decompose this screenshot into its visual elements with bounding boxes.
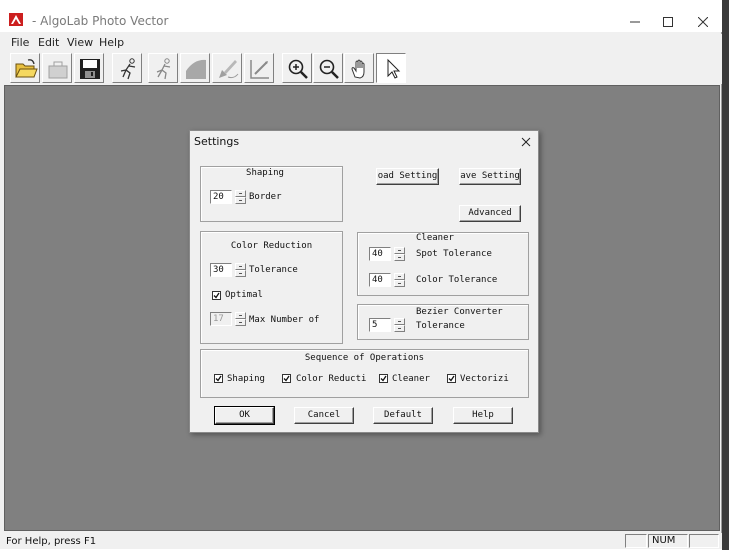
runner-alt-button[interactable] <box>148 53 178 83</box>
seq-shaping-checkbox[interactable] <box>214 374 223 383</box>
check-icon <box>283 375 290 382</box>
close-button[interactable] <box>680 8 726 36</box>
help-button[interactable]: Help <box>453 407 513 424</box>
color-tolerance-spinner[interactable] <box>235 263 246 277</box>
bezier-tolerance-spinner[interactable] <box>394 318 405 332</box>
open-disabled-icon <box>48 61 68 79</box>
status-num-indicator: NUM <box>648 534 688 548</box>
sequence-label: Sequence of Operations <box>304 353 425 363</box>
open-button[interactable] <box>10 53 40 83</box>
border-label: Border <box>249 192 282 202</box>
toolbar <box>0 52 722 84</box>
maximize-icon <box>663 17 673 27</box>
open-folder-icon <box>15 59 38 78</box>
spot-tolerance-input[interactable]: 40 <box>369 247 391 261</box>
zoom-in-button[interactable] <box>282 53 312 83</box>
ok-button[interactable]: OK <box>214 406 275 425</box>
border-input[interactable]: 20 <box>210 190 232 204</box>
dialog-title: Settings <box>194 135 240 148</box>
runner-button[interactable] <box>112 53 142 83</box>
bezier-label: Bezier Converter <box>416 307 503 317</box>
max-colors-spinner[interactable] <box>235 312 246 326</box>
close-icon <box>521 137 531 147</box>
zoom-in-icon <box>288 59 308 79</box>
app-icon <box>9 13 23 26</box>
pointer-button[interactable] <box>376 53 406 83</box>
hand-icon <box>351 59 365 79</box>
cleaner-color-tolerance-label: Color Tolerance <box>416 275 498 285</box>
check-icon <box>213 292 220 299</box>
status-pane-empty <box>625 534 647 548</box>
cancel-button[interactable]: Cancel <box>294 407 354 424</box>
default-button[interactable]: Default <box>373 407 433 424</box>
app-window: - AlgoLab Photo Vector File Edit View He… <box>0 0 722 549</box>
seq-cleaner-label: Cleaner <box>392 374 430 384</box>
seq-cleaner-checkbox[interactable] <box>379 374 388 383</box>
save-icon <box>80 59 100 79</box>
bezier-tolerance-label: Tolerance <box>416 321 465 331</box>
close-icon <box>698 17 708 27</box>
border-spinner[interactable] <box>235 190 246 204</box>
check-icon <box>215 375 222 382</box>
hand-button[interactable] <box>344 53 374 83</box>
settings-dialog: Settings Shaping 20 Border oad Setting a… <box>189 130 539 433</box>
pencil-button[interactable] <box>244 53 274 83</box>
zoom-out-button[interactable] <box>313 53 343 83</box>
check-icon <box>380 375 387 382</box>
bezier-tolerance-input[interactable]: 5 <box>369 318 391 332</box>
window-title: - AlgoLab Photo Vector <box>32 14 169 28</box>
pointer-icon <box>387 58 401 79</box>
menu-view[interactable]: View <box>67 36 93 49</box>
load-settings-button[interactable]: oad Setting <box>376 168 439 185</box>
status-pane-scroll <box>689 534 719 548</box>
shaping-label: Shaping <box>246 168 284 178</box>
pencil-icon <box>250 60 269 79</box>
runner-alt-icon <box>156 58 171 80</box>
max-colors-label: Max Number of <box>249 315 320 325</box>
save-settings-button[interactable]: ave Setting <box>459 168 521 185</box>
brush-button[interactable] <box>212 53 242 83</box>
spot-tolerance-label: Spot Tolerance <box>416 249 492 259</box>
seq-vectorize-label: Vectorizi <box>460 374 509 384</box>
menu-help[interactable]: Help <box>99 36 124 49</box>
check-icon <box>448 375 455 382</box>
color-tolerance-label: Tolerance <box>249 265 298 275</box>
minimize-icon <box>630 21 640 23</box>
max-colors-input[interactable]: 17 <box>210 312 232 326</box>
brush-icon <box>219 60 239 79</box>
open-disabled-button[interactable] <box>42 53 72 83</box>
title-bar: - AlgoLab Photo Vector <box>0 0 722 32</box>
seq-color-reduction-label: Color Reducti <box>296 374 367 384</box>
seq-vectorize-checkbox[interactable] <box>447 374 456 383</box>
shape-button[interactable] <box>180 53 210 83</box>
desktop-edge <box>722 0 729 550</box>
menu-edit[interactable]: Edit <box>38 36 59 49</box>
color-tolerance-input[interactable]: 30 <box>210 263 232 277</box>
optimal-checkbox[interactable] <box>212 291 221 300</box>
save-button[interactable] <box>74 53 104 83</box>
status-bar: For Help, press F1 NUM <box>0 533 722 549</box>
color-reduction-label: Color Reduction <box>230 241 313 251</box>
shape-icon <box>186 59 206 79</box>
status-help-text: For Help, press F1 <box>6 536 97 547</box>
optimal-label: Optimal <box>225 290 263 300</box>
menu-bar: File Edit View Help <box>0 34 722 52</box>
cleaner-color-tolerance-input[interactable]: 40 <box>369 273 391 287</box>
dialog-close-button[interactable] <box>516 133 536 151</box>
seq-shaping-label: Shaping <box>227 374 265 384</box>
zoom-out-icon <box>319 59 339 79</box>
runner-icon <box>120 58 136 80</box>
seq-color-reduction-checkbox[interactable] <box>282 374 291 383</box>
menu-file[interactable]: File <box>11 36 29 49</box>
advanced-button[interactable]: Advanced <box>459 205 521 222</box>
spot-tolerance-spinner[interactable] <box>394 247 405 261</box>
cleaner-color-tolerance-spinner[interactable] <box>394 273 405 287</box>
cleaner-label: Cleaner <box>416 233 454 243</box>
